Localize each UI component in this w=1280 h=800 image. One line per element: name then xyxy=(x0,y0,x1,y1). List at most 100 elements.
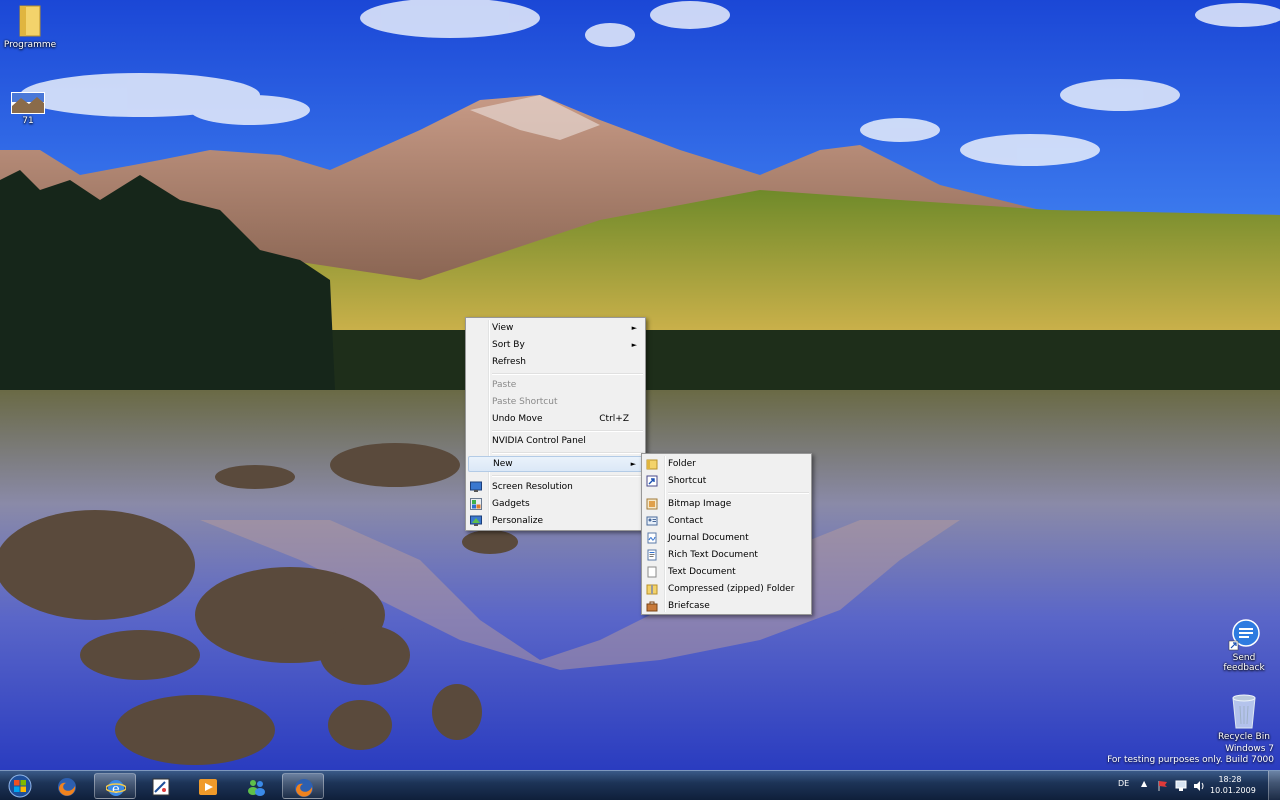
rich-text-icon xyxy=(647,549,657,561)
taskbar-internet-explorer[interactable]: e xyxy=(94,773,136,799)
menu-item-label: Sort By xyxy=(492,340,525,350)
ie-icon: e xyxy=(106,780,126,797)
gadgets-icon xyxy=(470,498,482,510)
menu-item-sort-by[interactable]: Sort By ► xyxy=(468,337,643,353)
menu-separator xyxy=(492,373,643,375)
paint-icon xyxy=(152,778,170,796)
desktop-icon-label-line1: Send xyxy=(1232,653,1256,663)
new-item-text-document[interactable]: Text Document xyxy=(644,564,809,580)
menu-item-label: Text Document xyxy=(668,567,736,577)
menu-separator xyxy=(492,475,643,477)
submenu-arrow-icon: ► xyxy=(631,341,637,349)
menu-item-shortcut: Ctrl+Z xyxy=(599,414,629,424)
folder-icon xyxy=(19,5,41,37)
menu-item-label: Paste xyxy=(492,380,517,390)
contact-icon xyxy=(646,516,658,526)
new-item-bitmap-image[interactable]: Bitmap Image xyxy=(644,496,809,512)
menu-item-screen-resolution[interactable]: Screen Resolution xyxy=(468,479,643,495)
firefox-icon xyxy=(295,779,313,797)
taskbar-firefox-running[interactable] xyxy=(282,773,324,799)
clock-time: 18:28 xyxy=(1218,775,1242,784)
text-document-icon xyxy=(647,566,657,578)
menu-separator xyxy=(492,452,643,454)
personalize-icon xyxy=(470,515,482,526)
menu-item-undo-move[interactable]: Undo Move Ctrl+Z xyxy=(468,411,643,427)
desktop-context-menu: View ► Sort By ► Refresh Paste Paste Sho… xyxy=(465,317,646,531)
menu-item-label: NVIDIA Control Panel xyxy=(492,436,586,446)
messenger-icon xyxy=(248,780,265,796)
submenu-arrow-icon: ► xyxy=(631,324,637,332)
new-item-briefcase[interactable]: Briefcase xyxy=(644,598,809,614)
watermark-os: Windows 7 xyxy=(1225,744,1274,754)
build-watermark: Windows 7 For testing purposes only. Bui… xyxy=(1107,744,1274,766)
image-file-icon xyxy=(11,92,45,114)
shortcut-icon xyxy=(646,475,658,487)
new-item-shortcut[interactable]: Shortcut xyxy=(644,473,809,489)
show-hidden-icons-button[interactable]: ▲ xyxy=(1141,779,1147,788)
menu-item-label: Refresh xyxy=(492,357,526,367)
menu-item-label: New xyxy=(493,459,513,469)
bitmap-icon xyxy=(646,498,658,510)
menu-item-paste: Paste xyxy=(468,377,643,393)
network-icon[interactable] xyxy=(1175,780,1187,792)
show-desktop-button[interactable] xyxy=(1268,771,1280,800)
menu-separator xyxy=(668,492,809,494)
volume-icon[interactable] xyxy=(1193,780,1205,792)
desktop-icon-programme[interactable]: Programme xyxy=(0,4,60,50)
menu-item-label: Shortcut xyxy=(668,476,707,486)
menu-item-paste-shortcut: Paste Shortcut xyxy=(468,394,643,410)
action-center-flag-icon[interactable] xyxy=(1157,780,1169,792)
menu-item-nvidia-control-panel[interactable]: NVIDIA Control Panel xyxy=(468,433,643,449)
desktop-icon-label: Programme xyxy=(3,40,57,50)
menu-item-label: Bitmap Image xyxy=(668,499,732,509)
new-item-contact[interactable]: Contact xyxy=(644,513,809,529)
taskbar-paint[interactable] xyxy=(140,773,182,799)
menu-item-refresh[interactable]: Refresh xyxy=(468,354,643,370)
clock[interactable]: 18:28 10.01.2009 xyxy=(1210,774,1256,796)
menu-item-label: Personalize xyxy=(492,516,544,526)
desktop-icon-image[interactable]: 71 xyxy=(0,92,58,126)
desktop-icon-recycle-bin[interactable]: Recycle Bin xyxy=(1214,694,1274,742)
desktop-icon-send-feedback[interactable]: Send feedback xyxy=(1214,619,1274,673)
new-item-compressed-folder[interactable]: Compressed (zipped) Folder xyxy=(644,581,809,597)
menu-item-label: Contact xyxy=(668,516,704,526)
menu-item-label: Screen Resolution xyxy=(492,482,573,492)
menu-item-gadgets[interactable]: Gadgets xyxy=(468,496,643,512)
menu-item-label: Paste Shortcut xyxy=(492,397,558,407)
language-indicator[interactable]: DE xyxy=(1118,779,1129,788)
menu-separator xyxy=(492,430,643,432)
taskbar-firefox[interactable] xyxy=(46,773,88,799)
desktop-icon-label: 71 xyxy=(22,116,34,126)
new-item-rich-text-document[interactable]: Rich Text Document xyxy=(644,547,809,563)
menu-item-label: Journal Document xyxy=(668,533,749,543)
new-item-folder[interactable]: Folder xyxy=(644,456,809,472)
start-button[interactable] xyxy=(0,773,40,799)
menu-item-label: Undo Move xyxy=(492,414,543,424)
menu-item-view[interactable]: View ► xyxy=(468,320,643,336)
menu-item-personalize[interactable]: Personalize xyxy=(468,513,643,529)
menu-item-label: Briefcase xyxy=(668,601,710,611)
journal-icon xyxy=(647,532,657,544)
recycle-bin-icon xyxy=(1232,694,1256,729)
submenu-arrow-icon: ► xyxy=(630,460,636,468)
menu-item-label: Folder xyxy=(668,459,696,469)
firefox-icon xyxy=(58,778,76,796)
new-submenu: Folder Shortcut Bitmap Image Contact Jou… xyxy=(641,453,812,615)
menu-item-new[interactable]: New ► xyxy=(468,456,643,472)
taskbar-media-player[interactable] xyxy=(187,773,229,799)
briefcase-icon xyxy=(646,601,658,612)
media-player-icon xyxy=(199,779,217,795)
display-icon xyxy=(470,481,482,492)
new-item-journal-document[interactable]: Journal Document xyxy=(644,530,809,546)
taskbar-messenger[interactable] xyxy=(235,773,277,799)
windows-orb-icon xyxy=(8,774,32,798)
desktop-icon-label: Recycle Bin xyxy=(1218,732,1270,742)
menu-item-label: Rich Text Document xyxy=(668,550,758,560)
menu-item-label: Compressed (zipped) Folder xyxy=(668,584,795,594)
watermark-build: For testing purposes only. Build 7000 xyxy=(1107,755,1274,765)
desktop-icon-label-line2: feedback xyxy=(1223,663,1265,673)
clock-date: 10.01.2009 xyxy=(1210,786,1256,795)
menu-item-label: Gadgets xyxy=(492,499,530,509)
zip-folder-icon xyxy=(646,584,658,595)
send-feedback-icon xyxy=(1228,619,1260,651)
